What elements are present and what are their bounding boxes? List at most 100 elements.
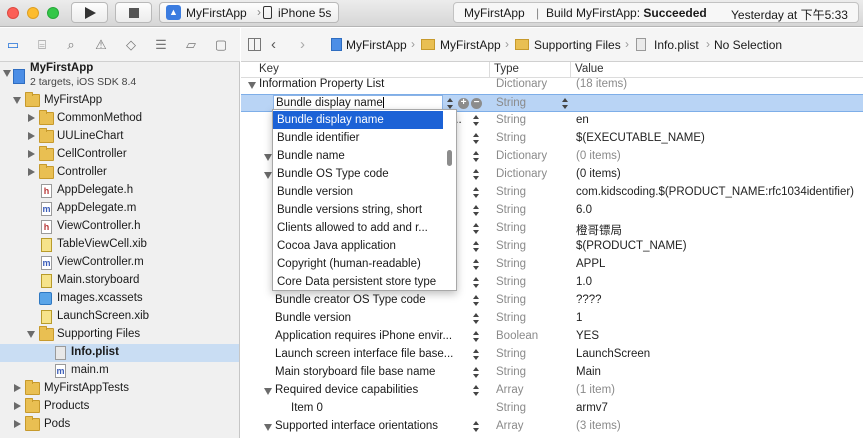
plist-row[interactable]: Item 0 String armv7 (241, 400, 863, 418)
project-root[interactable]: MyFirstApp 2 targets, iOS SDK 8.4 (0, 62, 239, 90)
tree-item[interactable]: TableViewCell.xib (0, 236, 239, 254)
tree-item[interactable]: Supporting Files (0, 326, 239, 344)
key-stepper-icon[interactable] (473, 150, 479, 164)
debug-icon[interactable]: ☰ (153, 37, 169, 53)
disclosure-open-icon[interactable] (264, 424, 272, 431)
breadcrumb-group[interactable]: MyFirstApp (440, 38, 501, 52)
tree-item[interactable]: CellController (0, 146, 239, 164)
tree-item[interactable]: MyFirstAppTests (0, 380, 239, 398)
disclosure-closed-icon[interactable] (28, 150, 35, 158)
run-button[interactable] (71, 2, 108, 23)
row-value[interactable]: ???? (576, 294, 602, 306)
report-icon[interactable]: ▢ (213, 37, 229, 53)
autocomplete-option[interactable]: Bundle name (273, 147, 443, 165)
related-items-icon[interactable] (248, 38, 261, 51)
plist-row[interactable]: Required device capabilities Array (1 it… (241, 382, 863, 400)
autocomplete-option[interactable]: Bundle identifier (273, 129, 443, 147)
disclosure-open-icon[interactable] (13, 97, 21, 104)
add-row-icon[interactable]: + (458, 98, 469, 109)
disclosure-closed-icon[interactable] (28, 114, 35, 122)
plist-row[interactable]: Bundle version String 1 (241, 310, 863, 328)
row-value[interactable]: 1 (576, 312, 582, 324)
key-stepper-icon[interactable] (473, 330, 479, 344)
plist-row[interactable]: Application requires iPhone envir... Boo… (241, 328, 863, 346)
row-value[interactable]: Main (576, 366, 601, 378)
row-value[interactable]: 6.0 (576, 204, 592, 216)
key-stepper-icon[interactable] (473, 132, 479, 146)
tree-item[interactable]: h ViewController.h (0, 218, 239, 236)
row-value[interactable]: com.kidscoding.$(PRODUCT_NAME:rfc1034ide… (576, 186, 854, 198)
tree-item[interactable]: m ViewController.m (0, 254, 239, 272)
stop-button[interactable] (115, 2, 152, 23)
breadcrumb-project[interactable]: MyFirstApp (346, 38, 407, 52)
dropdown-scrollbar[interactable] (447, 150, 452, 166)
tree-item[interactable]: CommonMethod (0, 110, 239, 128)
column-key[interactable]: Key (259, 63, 279, 75)
autocomplete-option[interactable]: Core Data persistent store type (273, 273, 443, 290)
tree-item[interactable]: m main.m (0, 362, 239, 380)
search-icon[interactable]: ⌕ (63, 37, 79, 53)
plist-row[interactable]: Launch screen interface file base... Str… (241, 346, 863, 364)
symbol-icon[interactable]: ⌸ (34, 37, 50, 53)
key-stepper-icon[interactable] (473, 366, 479, 380)
key-stepper-icon[interactable] (473, 204, 479, 218)
key-stepper-icon[interactable] (473, 348, 479, 362)
key-stepper-icon[interactable] (473, 258, 479, 272)
key-stepper-icon[interactable] (473, 168, 479, 182)
disclosure-closed-icon[interactable] (14, 420, 21, 428)
folder-icon[interactable]: ▭ (5, 37, 21, 53)
key-stepper-icon[interactable] (473, 186, 479, 200)
tree-item[interactable]: Pods (0, 416, 239, 434)
close-window-button[interactable] (7, 7, 19, 19)
column-value[interactable]: Value (575, 63, 604, 75)
tree-item[interactable]: Controller (0, 164, 239, 182)
breadcrumb-file[interactable]: Info.plist (654, 38, 699, 52)
plist-row[interactable]: Main storyboard file base name String Ma… (241, 364, 863, 382)
row-value[interactable]: $(PRODUCT_NAME) (576, 240, 687, 252)
disclosure-open-icon[interactable] (3, 70, 11, 77)
disclosure-closed-icon[interactable] (14, 384, 21, 392)
autocomplete-option[interactable]: Bundle version (273, 183, 443, 201)
plist-row-root[interactable]: Information Property List Dictionary (18… (241, 76, 863, 94)
breadcrumb-supporting-files[interactable]: Supporting Files (534, 38, 621, 52)
key-stepper-icon[interactable] (473, 276, 479, 290)
breadcrumb-selection[interactable]: No Selection (714, 38, 782, 52)
autocomplete-option[interactable]: Clients allowed to add and r... (273, 219, 443, 237)
autocomplete-option[interactable]: Cocoa Java application (273, 237, 443, 255)
disclosure-open-icon[interactable] (248, 82, 256, 89)
tree-item[interactable]: MyFirstApp (0, 92, 239, 110)
row-value[interactable]: en (576, 114, 589, 126)
row-value[interactable]: $(EXECUTABLE_NAME) (576, 132, 705, 144)
row-value[interactable]: 1.0 (576, 276, 592, 288)
remove-row-icon[interactable]: − (471, 98, 482, 109)
minimize-window-button[interactable] (27, 7, 39, 19)
key-stepper-icon[interactable] (473, 222, 479, 236)
tree-item[interactable]: Images.xcassets (0, 290, 239, 308)
autocomplete-option[interactable]: Bundle OS Type code (273, 165, 443, 183)
breakpoint-icon[interactable]: ▱ (183, 37, 199, 53)
disclosure-open-icon[interactable] (264, 172, 272, 179)
disclosure-closed-icon[interactable] (28, 132, 35, 140)
tree-item[interactable]: Products (0, 398, 239, 416)
row-value[interactable]: APPL (576, 258, 605, 270)
disclosure-open-icon[interactable] (27, 331, 35, 338)
autocomplete-option[interactable]: Bundle display name (273, 111, 443, 129)
test-icon[interactable]: ◇ (123, 37, 139, 53)
row-value[interactable]: YES (576, 330, 599, 342)
key-stepper-icon[interactable] (473, 384, 479, 398)
key-stepper-icon[interactable] (473, 240, 479, 254)
row-value[interactable]: armv7 (576, 402, 608, 414)
disclosure-closed-icon[interactable] (14, 402, 21, 410)
plist-row[interactable]: Bundle creator OS Type code String ???? (241, 292, 863, 310)
key-stepper-icon[interactable] (473, 294, 479, 308)
key-stepper-icon[interactable] (473, 114, 479, 128)
scheme-selector[interactable]: ▲ MyFirstApp › iPhone 5s (159, 2, 339, 23)
row-value[interactable]: 橙哥镖局 (576, 222, 622, 238)
tree-item[interactable]: LaunchScreen.xib (0, 308, 239, 326)
disclosure-closed-icon[interactable] (28, 168, 35, 176)
plist-row[interactable]: Supported interface orientations Array (… (241, 418, 863, 436)
zoom-window-button[interactable] (47, 7, 59, 19)
disclosure-open-icon[interactable] (264, 388, 272, 395)
tree-item-selected[interactable]: Info.plist (0, 344, 239, 362)
tree-item[interactable]: Main.storyboard (0, 272, 239, 290)
